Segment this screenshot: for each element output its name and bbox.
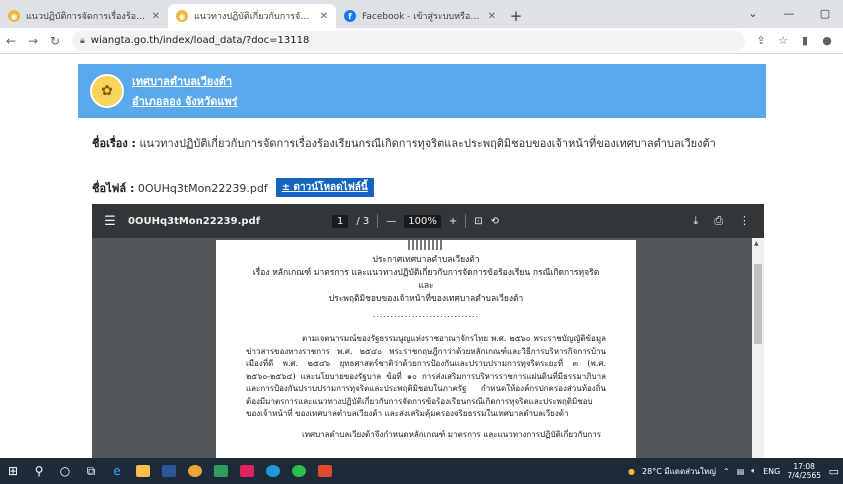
file-explorer-icon[interactable] <box>130 458 156 484</box>
office-icon[interactable] <box>312 458 338 484</box>
scroll-up-icon[interactable]: ▲ <box>754 240 759 247</box>
address-bar[interactable]: 🔒︎ wiangta.go.th/index/load_data/?doc=13… <box>72 30 745 51</box>
browser-toolbar: ← → ↻ 🔒︎ wiangta.go.th/index/load_data/?… <box>0 28 843 54</box>
heading-line-3: ประพฤติมิชอบของเจ้าหน้าที่ของเทศบาลตำบลเ… <box>328 294 524 304</box>
org-name-link[interactable]: เทศบาลตำบลเวียงต้า <box>132 72 238 90</box>
bookmark-star-icon[interactable]: ☆ <box>773 31 793 51</box>
close-tab-icon[interactable]: ✕ <box>488 11 496 22</box>
zoom-in-button[interactable]: + <box>449 216 457 227</box>
facebook-icon: f <box>344 10 356 22</box>
url-text: wiangta.go.th/index/load_data/?doc=13118 <box>90 35 310 46</box>
site-header-banner: ✿ เทศบาลตำบลเวียงต้า อำเภอลอง จังหวัดแพร… <box>78 64 766 118</box>
minimize-button[interactable]: — <box>771 0 807 26</box>
more-options-icon[interactable]: ⋮ <box>739 214 750 228</box>
chrome-icon[interactable] <box>182 458 208 484</box>
tab-title: Facebook - เข้าสู่ระบบหรือสมัครใช้งาน <box>362 12 482 22</box>
cortana-icon[interactable]: ○ <box>52 458 78 484</box>
announcement-heading: ประกาศเทศบาลตำบลเวียงต้า เรื่อง หลักเกณฑ… <box>246 254 606 306</box>
language-indicator[interactable]: ENG <box>763 467 780 476</box>
edge-icon[interactable]: e <box>104 458 130 484</box>
zoom-out-button[interactable]: — <box>386 216 396 227</box>
close-tab-icon[interactable]: ✕ <box>320 11 328 22</box>
pdf-page: ประกาศเทศบาลตำบลเวียงต้า เรื่อง หลักเกณฑ… <box>216 240 636 458</box>
clock-date: 7/4/2565 <box>787 471 821 480</box>
windows-start-icon[interactable]: ⊞ <box>0 458 26 484</box>
system-tray: ● 28°C มีแดดส่วนใหญ่ ⌃ ▤ 🔈︎ ENG 17:08 7/… <box>628 462 821 480</box>
district-link[interactable]: อำเภอลอง จังหวัดแพร่ <box>132 92 238 110</box>
rotate-icon[interactable]: ⟲ <box>491 216 499 227</box>
separator-dots: .............................. <box>372 310 480 319</box>
network-icon[interactable]: ▤ <box>737 467 745 476</box>
subject-label: ชื่อเรื่อง : <box>92 137 136 150</box>
hamburger-menu-icon[interactable]: ☰ <box>92 214 128 229</box>
document-file: ชื่อไฟล์ : 0OUHq3tMon22239.pdf ± ดาวน์โห… <box>92 178 374 197</box>
maximize-button[interactable]: ▢ <box>807 0 843 26</box>
document-subject: ชื่อเรื่อง : แนวทางปฏิบัติเกี่ยวกับการจั… <box>92 134 716 152</box>
media-app-icon[interactable] <box>234 458 260 484</box>
share-icon[interactable]: ⇪ <box>751 31 771 51</box>
window-controls: ⌄ — ▢ <box>735 0 843 26</box>
back-icon[interactable]: ← <box>0 30 22 52</box>
taskbar: ⊞ ⚲ ○ ⧉ e ● 28°C มีแดดส่วนใหญ่ ⌃ ▤ 🔈︎ EN… <box>0 458 843 484</box>
teams-icon[interactable] <box>260 458 286 484</box>
toolbar-divider <box>377 214 379 228</box>
browser-tab-1[interactable]: ◉ แนวปฏิบัติการจัดการเรื่องร้องเรียนการ … <box>0 4 168 28</box>
site-favicon-icon: ◉ <box>8 10 20 22</box>
pdf-toolbar: ☰ 0OUHq3tMon22239.pdf 1 / 3 — 100% + ⊡ ⟲… <box>92 204 764 238</box>
word-icon[interactable] <box>156 458 182 484</box>
download-file-button[interactable]: ± ดาวน์โหลดไฟล์นี้ <box>275 178 374 197</box>
new-tab-button[interactable]: + <box>504 4 528 28</box>
heading-line-2: เรื่อง หลักเกณฑ์ มาตรการ และแนวทางปฏิบัต… <box>252 268 600 291</box>
scrollbar-thumb[interactable] <box>754 264 762 344</box>
tray-expand-icon[interactable]: ⌃ <box>723 467 730 476</box>
site-favicon-icon: ◉ <box>176 10 188 22</box>
fit-page-icon[interactable]: ⊡ <box>474 216 482 227</box>
browser-tab-3[interactable]: f Facebook - เข้าสู่ระบบหรือสมัครใช้งาน … <box>336 4 504 28</box>
task-view-icon[interactable]: ⧉ <box>78 458 104 484</box>
pdf-file-name: 0OUHq3tMon22239.pdf <box>128 215 261 227</box>
heading-line-1: ประกาศเทศบาลตำบลเวียงต้า <box>372 255 480 265</box>
weather-text[interactable]: 28°C มีแดดส่วนใหญ่ <box>642 465 716 478</box>
announcement-body: ตามเจตนารมณ์ของรัฐธรรมนูญแห่งราชอาณาจักร… <box>246 333 606 441</box>
tab-title: แนวปฏิบัติการจัดการเรื่องร้องเรียนการ <box>26 12 146 22</box>
page-total: / 3 <box>356 215 370 227</box>
body-paragraph-2: เทศบาลตำบลเวียงต้าจึงกำหนดหลักเกณฑ์ มาตร… <box>302 429 602 439</box>
volume-icon[interactable]: 🔈︎ <box>751 466 756 476</box>
forward-icon[interactable]: → <box>22 30 44 52</box>
print-icon[interactable]: ⎙ <box>714 214 723 228</box>
close-tab-icon[interactable]: ✕ <box>152 11 160 22</box>
tab-title: แนวทางปฏิบัติเกี่ยวกับการจัดการเรื่องร้ <box>194 12 314 22</box>
tab-search-icon[interactable]: ⌄ <box>735 0 771 26</box>
toolbar-divider <box>465 214 467 228</box>
municipality-seal-icon[interactable]: ✿ <box>90 74 124 108</box>
file-label: ชื่อไฟล์ : <box>92 181 135 195</box>
tab-strip: ◉ แนวปฏิบัติการจัดการเรื่องร้องเรียนการ … <box>0 0 843 28</box>
org-name: เทศบาลตำบลเวียงต้า อำเภอลอง จังหวัดแพร่ <box>132 72 238 110</box>
zoom-level-input[interactable]: 100% <box>404 214 441 228</box>
file-name-text: 0OUHq3tMon22239.pdf <box>137 181 268 195</box>
subject-text: แนวทางปฏิบัติเกี่ยวกับการจัดการเรื่องร้อ… <box>139 137 716 150</box>
web-page: ✿ เทศบาลตำบลเวียงต้า อำเภอลอง จังหวัดแพร… <box>0 54 843 458</box>
pdf-viewer: ☰ 0OUHq3tMon22239.pdf 1 / 3 — 100% + ⊡ ⟲… <box>92 204 764 458</box>
garuda-emblem-icon <box>408 240 444 250</box>
body-paragraph-1: ตามเจตนารมณ์ของรัฐธรรมนูญแห่งราชอาณาจักร… <box>246 334 606 418</box>
notification-icon[interactable]: ▭ <box>829 465 839 478</box>
profile-avatar-icon[interactable]: ● <box>817 31 837 51</box>
pdf-scrollbar[interactable]: ▲ <box>752 238 764 458</box>
sidebar-icon[interactable]: ▮ <box>795 31 815 51</box>
browser-tab-2[interactable]: ◉ แนวทางปฏิบัติเกี่ยวกับการจัดการเรื่องร… <box>168 4 336 28</box>
download-icon[interactable]: ⤓ <box>693 214 698 228</box>
page-number-input[interactable]: 1 <box>332 214 349 228</box>
search-icon[interactable]: ⚲ <box>26 458 52 484</box>
clock[interactable]: 17:08 7/4/2565 <box>787 462 821 480</box>
reload-icon[interactable]: ↻ <box>44 30 66 52</box>
line-app-icon[interactable] <box>286 458 312 484</box>
lock-icon[interactable]: 🔒︎ <box>80 36 85 46</box>
photos-icon[interactable] <box>208 458 234 484</box>
clock-time: 17:08 <box>793 462 815 471</box>
weather-sun-icon[interactable]: ● <box>628 467 635 476</box>
